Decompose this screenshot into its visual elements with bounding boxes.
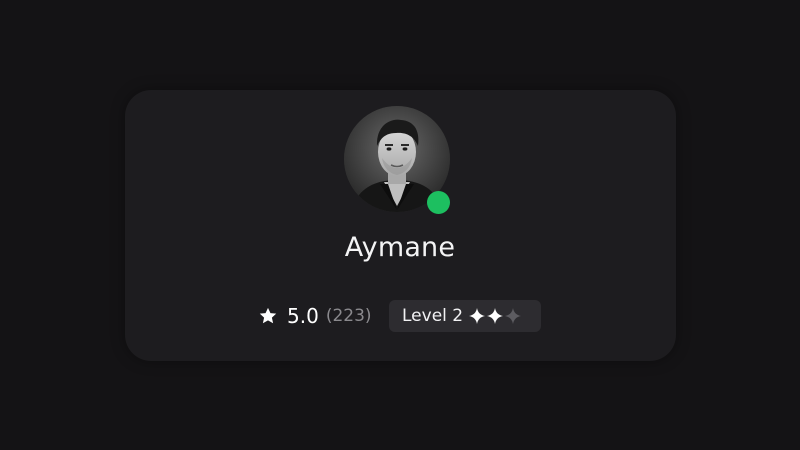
seller-name[interactable]: Aymane — [0, 232, 800, 263]
star-icon — [259, 307, 277, 324]
level-diamond-icon — [469, 308, 486, 324]
page: Aymane 5.0 (223) Level 2 — [0, 0, 800, 450]
rating-value: 5.0 — [287, 304, 319, 328]
level-badge: Level 2 — [389, 300, 541, 332]
rating-count: (223) — [325, 306, 372, 326]
level-diamond-icon — [487, 308, 504, 324]
level-diamond-empty-icon — [505, 308, 522, 324]
rating: 5.0 (223) — [258, 300, 372, 332]
online-status-dot — [427, 191, 450, 214]
avatar-container[interactable] — [344, 106, 450, 214]
level-label: Level 2 — [402, 306, 464, 326]
